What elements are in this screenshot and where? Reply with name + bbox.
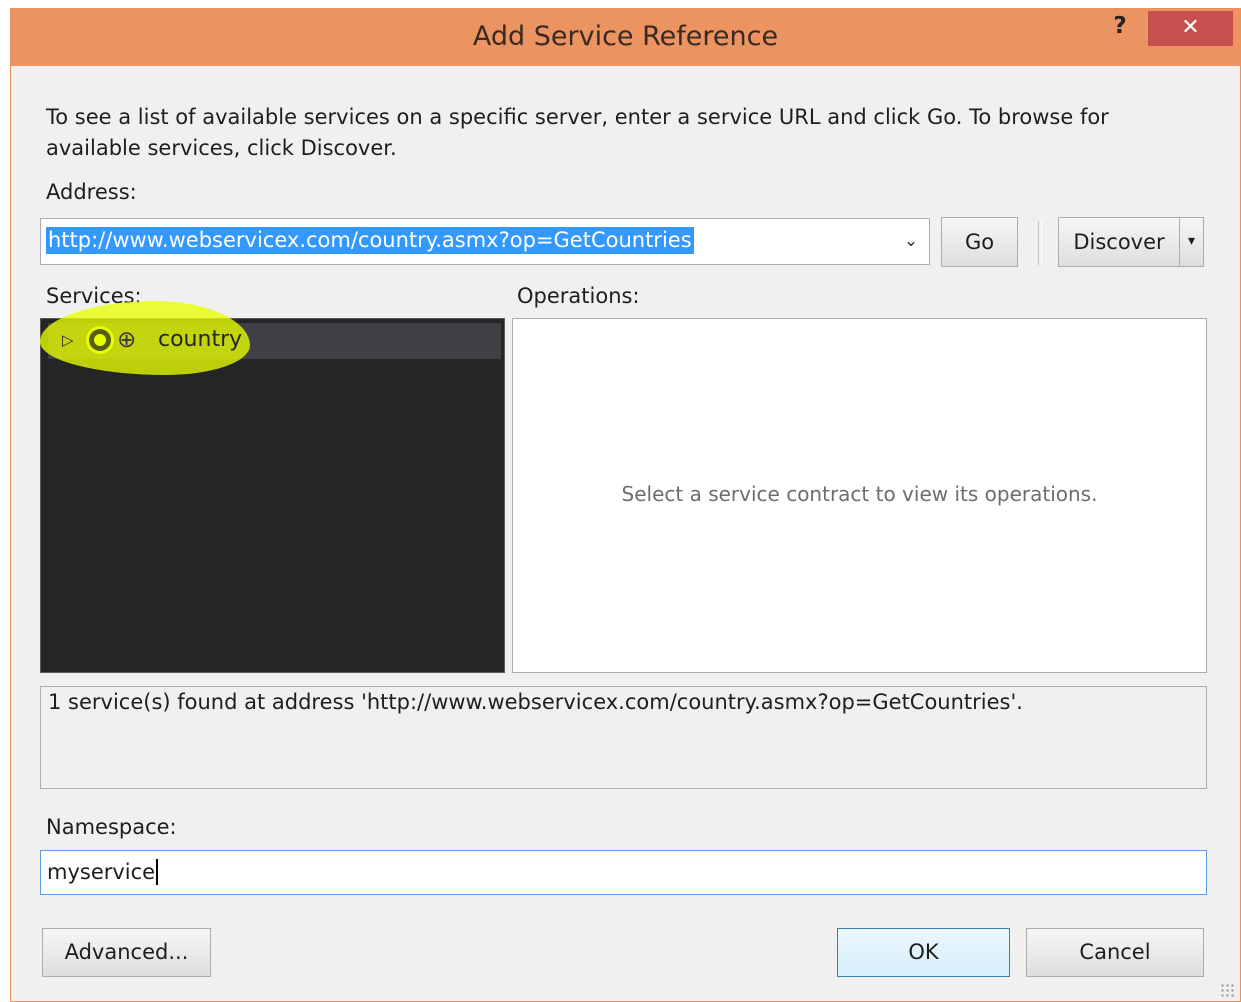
ok-button[interactable]: OK [837, 928, 1010, 977]
tree-item-country[interactable]: ▷ ⊕ country [40, 301, 501, 375]
advanced-button[interactable]: Advanced... [42, 928, 211, 977]
namespace-input[interactable]: myservice [40, 850, 1207, 895]
expand-arrow-icon[interactable]: ▷ [62, 331, 74, 349]
discover-button[interactable]: Discover [1059, 218, 1179, 266]
namespace-label: Namespace: [46, 815, 177, 839]
address-label: Address: [46, 180, 137, 204]
close-button[interactable]: ✕ [1148, 11, 1233, 46]
tree-item-label: country [158, 327, 243, 352]
status-text: 1 service(s) found at address 'http://ww… [48, 690, 1023, 714]
operations-empty-message: Select a service contract to view its op… [621, 482, 1098, 506]
go-button[interactable]: Go [941, 217, 1018, 267]
globe-icon: ⊕ [117, 327, 137, 353]
address-value[interactable]: http://www.webservicex.com/country.asmx?… [46, 227, 694, 254]
namespace-value[interactable]: myservice [47, 859, 159, 885]
instructions-text: To see a list of available services on a… [46, 105, 1109, 160]
operations-list[interactable]: Select a service contract to view its op… [512, 318, 1207, 673]
dialog-body: To see a list of available services on a… [11, 66, 1240, 1001]
status-box: 1 service(s) found at address 'http://ww… [40, 686, 1207, 789]
cancel-button[interactable]: Cancel [1026, 928, 1204, 977]
service-reference-icon [89, 329, 111, 351]
title-bar[interactable]: Add Service Reference ? ✕ [11, 9, 1240, 66]
address-combobox[interactable]: http://www.webservicex.com/country.asmx?… [40, 218, 930, 265]
services-tree[interactable]: ▷ ⊕ country [40, 301, 505, 673]
operations-label: Operations: [517, 284, 640, 308]
help-button[interactable]: ? [1106, 13, 1134, 43]
discover-dropdown-arrow-icon[interactable]: ▾ [1179, 218, 1203, 266]
toolbar-separator [1038, 221, 1042, 265]
chevron-down-icon[interactable]: ⌄ [899, 229, 923, 253]
add-service-reference-dialog: Add Service Reference ? ✕ To see a list … [10, 8, 1241, 1002]
resize-grip-icon[interactable] [1220, 983, 1234, 997]
dialog-title: Add Service Reference [472, 21, 779, 52]
discover-split-button[interactable]: Discover ▾ [1058, 217, 1204, 267]
